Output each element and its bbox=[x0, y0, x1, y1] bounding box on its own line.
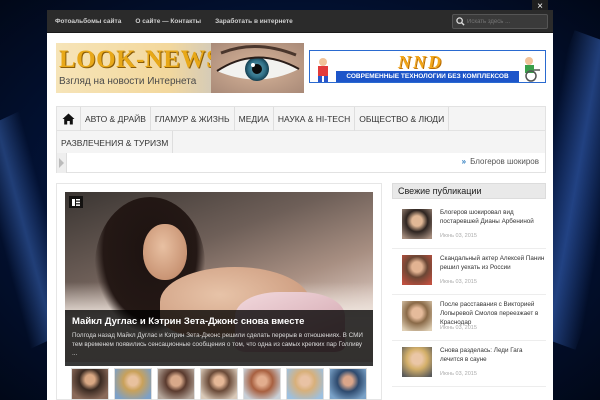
post-title[interactable]: После расставания с Викторией Лопыревой … bbox=[440, 300, 545, 327]
slider-thumb[interactable] bbox=[114, 368, 152, 400]
recent-posts-list: Блогеров шокировал вид постаревшей Дианы… bbox=[392, 203, 546, 387]
wheelchair-figure-icon bbox=[525, 57, 540, 82]
post-thumb[interactable] bbox=[402, 255, 432, 285]
page-wrapper: LOOK-NEWS Взгляд на новости Интернета NN… bbox=[47, 33, 553, 400]
slider-thumb[interactable] bbox=[200, 368, 238, 400]
news-ticker: » Блогеров шокиров bbox=[56, 153, 546, 173]
slider-thumb[interactable] bbox=[329, 368, 367, 400]
slider-thumbnails bbox=[71, 368, 367, 400]
post-thumb[interactable] bbox=[402, 347, 432, 377]
nav-item-media[interactable]: МЕДИА bbox=[235, 107, 274, 131]
logo-title: LOOK-NEWS bbox=[59, 46, 221, 73]
banner-tagline: СОВРЕМЕННЫЕ ТЕХНОЛОГИИ БЕЗ КОМПЛЕКСОВ bbox=[336, 71, 519, 82]
home-icon[interactable] bbox=[57, 107, 81, 131]
nav-item-entertainment[interactable]: РАЗВЛЕЧЕНИЯ & ТУРИЗМ bbox=[57, 131, 174, 155]
featured-excerpt: Полгода назад Майкл Дуглас и Кэтрин Зета… bbox=[72, 332, 363, 357]
nav-row: РАЗВЛЕЧЕНИЯ & ТУРИЗМ bbox=[57, 131, 545, 155]
ticker-play-icon[interactable] bbox=[57, 153, 67, 173]
sidebar-heading: Свежие публикации bbox=[392, 183, 546, 199]
post-title[interactable]: Скандальный актер Алексей Панин решил уе… bbox=[440, 254, 545, 272]
eye-image bbox=[211, 43, 304, 93]
post-title[interactable]: Снова разделась: Леди Гага лечится в сау… bbox=[440, 346, 545, 364]
search-box bbox=[452, 14, 548, 29]
ticker-item[interactable]: » Блогеров шокиров bbox=[462, 157, 539, 166]
post-thumb[interactable] bbox=[402, 209, 432, 239]
nav-item-science[interactable]: НАУКА & HI-TECH bbox=[274, 107, 356, 131]
post-date: Июнь 03, 2015 bbox=[440, 233, 477, 239]
ticker-arrow-icon: » bbox=[461, 157, 467, 166]
logo-subtitle: Взгляд на новости Интернета bbox=[59, 76, 197, 87]
nav-item-auto[interactable]: АВТО & ДРАЙВ bbox=[81, 107, 151, 131]
list-item[interactable]: После расставания с Викторией Лопыревой … bbox=[392, 295, 546, 341]
featured-slider: Майкл Дуглас и Кэтрин Зета-Джонс снова в… bbox=[56, 183, 382, 400]
search-icon[interactable] bbox=[453, 15, 467, 28]
ad-banner[interactable]: NND СОВРЕМЕННЫЕ ТЕХНОЛОГИИ БЕЗ КОМПЛЕКСО… bbox=[309, 50, 546, 83]
site-logo[interactable]: LOOK-NEWS Взгляд на новости Интернета bbox=[56, 43, 304, 93]
nav-row: АВТО & ДРАЙВ ГЛАМУР & ЖИЗНЬ МЕДИА НАУКА … bbox=[57, 107, 545, 131]
article-icon bbox=[69, 196, 83, 208]
slider-thumb[interactable] bbox=[71, 368, 109, 400]
top-nav: Фотоальбомы сайта О сайте — Контакты Зар… bbox=[47, 18, 293, 25]
post-date: Июнь 03, 2015 bbox=[440, 371, 477, 377]
slider-thumb[interactable] bbox=[157, 368, 195, 400]
post-date: Июнь 03, 2015 bbox=[440, 279, 477, 285]
search-input[interactable] bbox=[467, 15, 545, 28]
banner-figure-icon bbox=[318, 58, 328, 82]
slider-thumb[interactable] bbox=[286, 368, 324, 400]
top-link-earn[interactable]: Заработать в интернете bbox=[215, 18, 293, 25]
featured-title[interactable]: Майкл Дуглас и Кэтрин Зета-Джонс снова в… bbox=[72, 316, 366, 327]
list-item[interactable]: Скандальный актер Алексей Панин решил уе… bbox=[392, 249, 546, 295]
list-item[interactable]: Снова разделась: Леди Гага лечится в сау… bbox=[392, 341, 546, 387]
slider-thumb[interactable] bbox=[243, 368, 281, 400]
top-link-about[interactable]: О сайте — Контакты bbox=[135, 18, 201, 25]
featured-caption: Майкл Дуглас и Кэтрин Зета-Джонс снова в… bbox=[65, 310, 373, 366]
nav-item-society[interactable]: ОБЩЕСТВО & ЛЮДИ bbox=[355, 107, 450, 131]
post-title[interactable]: Блогеров шокировал вид постаревшей Дианы… bbox=[440, 208, 545, 226]
main-nav: АВТО & ДРАЙВ ГЛАМУР & ЖИЗНЬ МЕДИА НАУКА … bbox=[56, 106, 546, 156]
top-bar: Фотоальбомы сайта О сайте — Контакты Зар… bbox=[47, 10, 553, 33]
post-thumb[interactable] bbox=[402, 301, 432, 331]
list-item[interactable]: Блогеров шокировал вид постаревшей Дианы… bbox=[392, 203, 546, 249]
post-date: Июнь 03, 2015 bbox=[440, 325, 477, 331]
ticker-text: Блогеров шокиров bbox=[470, 157, 539, 166]
top-link-albums[interactable]: Фотоальбомы сайта bbox=[55, 18, 121, 25]
nav-item-glamour[interactable]: ГЛАМУР & ЖИЗНЬ bbox=[151, 107, 235, 131]
banner-brand: NND bbox=[398, 52, 443, 72]
